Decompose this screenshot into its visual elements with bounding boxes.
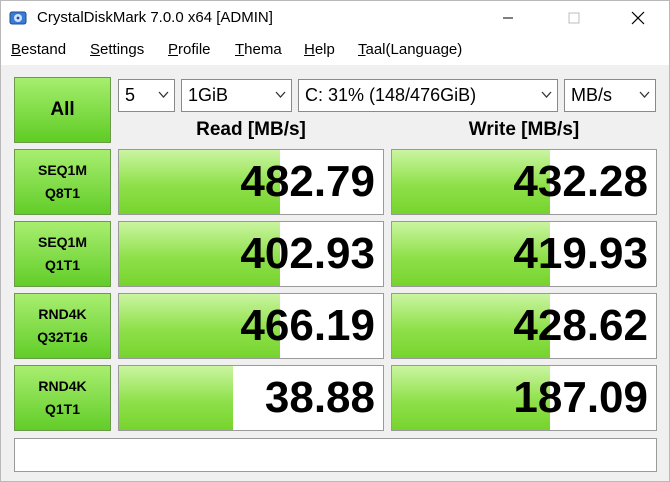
minimize-button[interactable]	[485, 1, 531, 35]
test-name: SEQ1M	[37, 162, 87, 178]
read-value: 402.93	[240, 229, 375, 278]
test-seq1m-q8t1-button[interactable]: SEQ1M Q8T1	[14, 149, 111, 215]
menu-settings[interactable]: Settings	[90, 41, 144, 58]
status-comment-box[interactable]	[14, 438, 657, 472]
read-progress-bar	[119, 366, 233, 430]
read-value: 482.79	[240, 157, 375, 206]
write-value: 432.28	[513, 157, 648, 206]
app-window: CrystalDiskMark 7.0.0 x64 [ADMIN] Bestan…	[0, 0, 670, 482]
drive-select[interactable]: C: 31% (148/476GiB)	[298, 79, 558, 112]
test-params: Q1T1	[44, 401, 80, 417]
write-value: 187.09	[513, 373, 648, 422]
menu-profile[interactable]: Profile	[168, 41, 211, 58]
read-result-cell: 402.93	[118, 221, 384, 287]
test-params: Q32T16	[37, 329, 88, 345]
write-result-cell: 428.62	[391, 293, 657, 359]
write-result-cell: 187.09	[391, 365, 657, 431]
drive-value: C: 31% (148/476GiB)	[305, 85, 477, 105]
test-name: RND4K	[38, 306, 87, 322]
window-title: CrystalDiskMark 7.0.0 x64 [ADMIN]	[37, 9, 273, 26]
read-result-cell: 466.19	[118, 293, 384, 359]
maximize-button[interactable]	[551, 1, 597, 35]
write-result-cell: 419.93	[391, 221, 657, 287]
unit-select[interactable]: MB/s	[564, 79, 656, 112]
read-result-cell: 38.88	[118, 365, 384, 431]
read-result-cell: 482.79	[118, 149, 384, 215]
write-result-cell: 432.28	[391, 149, 657, 215]
size-select[interactable]: 1GiB	[181, 79, 292, 112]
read-value: 466.19	[240, 301, 375, 350]
size-value: 1GiB	[188, 85, 229, 105]
read-value: 38.88	[264, 373, 375, 422]
test-name: SEQ1M	[37, 234, 87, 250]
menu-bestand[interactable]: Bestand	[11, 41, 66, 58]
close-button[interactable]	[615, 1, 661, 35]
test-params: Q8T1	[44, 185, 80, 201]
unit-value: MB/s	[571, 85, 613, 105]
test-params: Q1T1	[44, 257, 80, 273]
count-value: 5	[125, 85, 136, 105]
write-value: 428.62	[513, 301, 648, 350]
menu-thema[interactable]: Thema	[235, 41, 282, 58]
test-seq1m-q1t1-button[interactable]: SEQ1M Q1T1	[14, 221, 111, 287]
menu-help[interactable]: Help	[304, 41, 335, 58]
write-header: Write [MB/s]	[468, 119, 580, 140]
chevron-down-icon	[541, 91, 552, 98]
test-rnd4k-q1t1-button[interactable]: RND4K Q1T1	[14, 365, 111, 431]
chevron-down-icon	[639, 91, 650, 98]
test-rnd4k-q32t16-button[interactable]: RND4K Q32T16	[14, 293, 111, 359]
test-name: RND4K	[38, 378, 87, 394]
app-icon	[9, 9, 27, 27]
count-select[interactable]: 5	[118, 79, 175, 112]
chevron-down-icon	[158, 91, 169, 98]
write-value: 419.93	[513, 229, 648, 278]
title-bar[interactable]: CrystalDiskMark 7.0.0 x64 [ADMIN]	[1, 1, 669, 35]
chevron-down-icon	[275, 91, 286, 98]
read-header: Read [MB/s]	[196, 119, 306, 140]
menu-bar: Bestand Settings Profile Thema Help Taal…	[1, 35, 669, 65]
menu-language[interactable]: Taal(Language)	[358, 41, 462, 58]
all-button[interactable]: All	[14, 77, 111, 143]
